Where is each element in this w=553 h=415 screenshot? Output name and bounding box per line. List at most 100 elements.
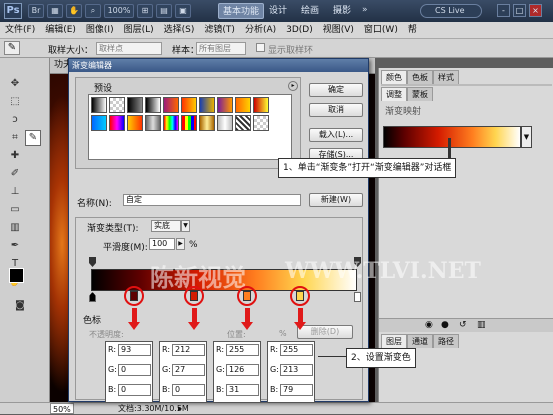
gradient-dropdown-arrow-icon[interactable]: ▼ — [521, 126, 532, 148]
smoothness-input[interactable]: 100 — [149, 238, 175, 250]
menu-view[interactable]: 视图(V) — [318, 22, 359, 39]
close-button[interactable]: × — [529, 4, 542, 17]
new-button[interactable]: 新建(W) — [309, 193, 363, 207]
color-stop-2[interactable] — [190, 291, 198, 301]
preset-swatch[interactable] — [253, 115, 269, 131]
quick-mask-icon[interactable]: ◙ — [12, 298, 28, 314]
zoom-level[interactable]: 100% — [104, 4, 134, 18]
marquee-tool-icon[interactable]: ⬚ — [7, 94, 23, 110]
g-value[interactable]: 0 — [118, 364, 151, 376]
panel-tab-layers[interactable]: 图层 — [381, 334, 407, 348]
gradient-tool-icon[interactable]: ▥ — [7, 220, 23, 236]
preset-swatch[interactable] — [235, 97, 251, 113]
menu-3d[interactable]: 3D(D) — [281, 22, 318, 39]
hand-icon[interactable]: ✋ — [66, 4, 82, 18]
preset-swatch[interactable] — [253, 97, 269, 113]
screen-mode-icon[interactable]: ▣ — [175, 4, 191, 18]
preset-swatch[interactable] — [235, 115, 251, 131]
preset-swatch[interactable] — [181, 97, 197, 113]
clip-icon[interactable]: ◉ — [425, 320, 433, 330]
presets-menu-icon[interactable]: ▸ — [288, 81, 298, 91]
b-value[interactable]: 0 — [118, 384, 151, 396]
preset-swatch[interactable] — [181, 115, 197, 131]
minimize-button[interactable]: - — [497, 4, 510, 17]
minibridge-icon[interactable]: ▦ — [47, 4, 63, 18]
panel-tab-masks[interactable]: 蒙板 — [407, 87, 433, 101]
preset-swatch[interactable] — [199, 97, 215, 113]
menu-layer[interactable]: 图层(L) — [119, 22, 159, 39]
menu-window[interactable]: 窗口(W) — [359, 22, 403, 39]
gradient-map-bar[interactable] — [383, 126, 521, 148]
cancel-button[interactable]: 取消 — [309, 103, 363, 117]
name-input[interactable]: 自定 — [123, 194, 301, 206]
preset-swatch[interactable] — [109, 115, 125, 131]
eraser-tool-icon[interactable]: ▭ — [7, 202, 23, 218]
b-value[interactable]: 0 — [172, 384, 205, 396]
menu-help[interactable]: 帮 — [403, 22, 422, 39]
status-arrow-icon[interactable]: ▸ — [178, 403, 182, 414]
r-value[interactable]: 255 — [226, 344, 259, 356]
reset-icon[interactable]: ↺ — [459, 320, 467, 330]
grid-icon[interactable]: ⊞ — [137, 4, 153, 18]
eyedropper-tool-icon[interactable]: ✎ — [25, 130, 41, 146]
menu-edit[interactable]: 编辑(E) — [40, 22, 81, 39]
zoom-icon[interactable]: ⌕ — [85, 4, 101, 18]
sample-size-select[interactable]: 取样点 — [96, 42, 162, 55]
preset-swatch[interactable] — [91, 97, 107, 113]
r-value[interactable]: 93 — [118, 344, 151, 356]
more-workspaces-icon[interactable]: » — [362, 5, 368, 15]
workspace-design[interactable]: 设计 — [265, 3, 291, 19]
healing-tool-icon[interactable]: ✚ — [7, 148, 23, 164]
preset-swatch[interactable] — [91, 115, 107, 131]
workspace-photography[interactable]: 摄影 — [329, 3, 355, 19]
color-stop-3[interactable] — [243, 291, 251, 301]
lasso-tool-icon[interactable]: ↄ — [7, 112, 23, 128]
r-value[interactable]: 212 — [172, 344, 205, 356]
show-ring-checkbox[interactable] — [256, 43, 265, 52]
workspace-essentials[interactable]: 基本功能 — [218, 3, 265, 19]
g-value[interactable]: 27 — [172, 364, 205, 376]
load-button[interactable]: 载入(L)... — [309, 128, 363, 142]
preset-swatch[interactable] — [145, 115, 161, 131]
trash-icon[interactable]: ▥ — [477, 320, 486, 330]
smoothness-dropdown-icon[interactable]: ▶ — [176, 238, 185, 250]
pen-tool-icon[interactable]: ✒ — [7, 238, 23, 254]
brush-tool-icon[interactable]: ✐ — [7, 166, 23, 182]
ok-button[interactable]: 确定 — [309, 83, 363, 97]
r-value[interactable]: 255 — [280, 344, 313, 356]
preset-swatch[interactable] — [145, 97, 161, 113]
color-stop-1[interactable] — [130, 291, 138, 301]
panel-tab-paths[interactable]: 路径 — [433, 334, 459, 348]
panel-tab-styles[interactable]: 样式 — [433, 70, 459, 84]
eyedropper-tool-preset-icon[interactable]: ✎ — [4, 41, 20, 55]
cs-live-button[interactable]: CS Live — [420, 4, 482, 18]
stamp-tool-icon[interactable]: ⊥ — [7, 184, 23, 200]
g-value[interactable]: 213 — [280, 364, 313, 376]
panel-tab-swatches[interactable]: 色板 — [407, 70, 433, 84]
foreground-color-swatch[interactable] — [9, 268, 24, 283]
preset-swatch[interactable] — [127, 97, 143, 113]
panel-tab-channels[interactable]: 通道 — [407, 334, 433, 348]
crop-tool-icon[interactable]: ⌗ — [7, 130, 23, 146]
color-stop-4[interactable] — [296, 291, 304, 301]
preset-swatch[interactable] — [109, 97, 125, 113]
preset-swatch[interactable] — [127, 115, 143, 131]
preset-swatch[interactable] — [163, 115, 179, 131]
menu-analysis[interactable]: 分析(A) — [240, 22, 281, 39]
b-value[interactable]: 79 — [280, 384, 313, 396]
g-value[interactable]: 126 — [226, 364, 259, 376]
maximize-button[interactable]: □ — [513, 4, 526, 17]
gradient-type-dropdown-icon[interactable]: ▼ — [181, 220, 190, 232]
move-tool-icon[interactable]: ✥ — [7, 76, 23, 92]
menu-image[interactable]: 图像(I) — [81, 22, 119, 39]
menu-file[interactable]: 文件(F) — [0, 22, 40, 39]
preset-swatch[interactable] — [163, 97, 179, 113]
preset-swatch[interactable] — [217, 97, 233, 113]
preset-swatch[interactable] — [217, 115, 233, 131]
menu-select[interactable]: 选择(S) — [159, 22, 200, 39]
panel-tab-color[interactable]: 颜色 — [381, 70, 407, 84]
menu-filter[interactable]: 滤镜(T) — [199, 22, 240, 39]
sample-select[interactable]: 所有图层 — [196, 42, 246, 55]
preset-swatch[interactable] — [199, 115, 215, 131]
b-value[interactable]: 31 — [226, 384, 259, 396]
